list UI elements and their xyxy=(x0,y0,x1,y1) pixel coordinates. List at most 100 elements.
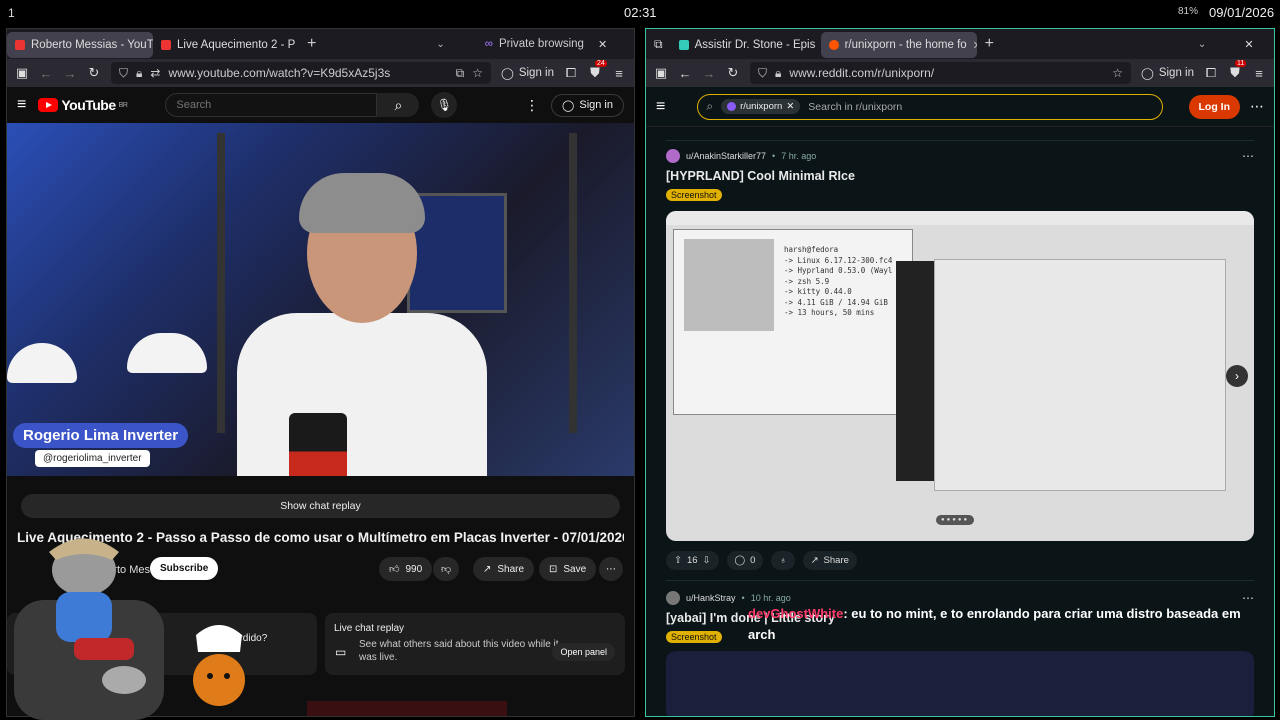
ublock-icon[interactable]: ⛊ 11 xyxy=(1228,60,1247,81)
post-author[interactable]: u/AnakinStarkiller77 xyxy=(686,151,766,161)
show-chat-replay-button[interactable]: Show chat replay xyxy=(21,494,620,518)
video-handle-overlay: @rogeriolima_inverter xyxy=(35,450,150,467)
account-signin-button[interactable]: ◯ Sign in xyxy=(1141,66,1194,80)
url-text[interactable]: www.youtube.com/watch?v=K9d5xAz5j3s xyxy=(168,66,447,80)
bookmark-star-icon[interactable]: ☆ xyxy=(1112,66,1123,80)
menu-icon[interactable]: ≡ xyxy=(612,66,626,81)
chip-label: r/unixporn xyxy=(740,101,783,112)
gallery-next-icon[interactable]: › xyxy=(1226,365,1248,387)
open-panel-button[interactable]: Open panel xyxy=(552,643,615,661)
shield-icon[interactable]: ⛉ xyxy=(119,66,128,81)
back-icon[interactable]: ← xyxy=(678,66,692,81)
workspace-indicator[interactable]: 1 xyxy=(8,6,15,20)
private-browsing-indicator: ∞ Private browsing xyxy=(485,38,584,50)
login-button[interactable]: Log In xyxy=(1188,94,1240,119)
post-image-preview[interactable] xyxy=(666,651,1254,716)
bookmark-star-icon[interactable]: ☆ xyxy=(472,66,483,80)
address-bar[interactable]: ⛉ 🔒︎ www.reddit.com/r/unixporn/ ☆ xyxy=(750,62,1131,84)
sidebar-icon[interactable]: ▣ xyxy=(654,65,668,81)
card-live-chat-replay[interactable]: Live chat replay ▭ See what others said … xyxy=(325,613,625,675)
tab-dr-stone[interactable]: Assistir Dr. Stone - Epis ✕ xyxy=(671,32,821,58)
microphone-icon[interactable]: 🎙︎ xyxy=(431,92,458,118)
comments-button[interactable]: ◯ 0 xyxy=(726,551,764,570)
like-button[interactable]: 👍︎ 990 xyxy=(379,557,433,581)
tab-roberto-messias[interactable]: Roberto Messias - YouT ✕ xyxy=(7,32,153,58)
more-vertical-icon[interactable]: ⋮ xyxy=(525,97,539,114)
picture-in-picture-icon[interactable]: ⧉ xyxy=(456,66,465,81)
permissions-icon[interactable]: ⇄ xyxy=(150,66,160,80)
subreddit-filter-chip[interactable]: r/unixporn ✕ xyxy=(721,99,801,114)
previous-post-actions xyxy=(666,127,1254,141)
remove-chip-icon[interactable]: ✕ xyxy=(786,101,794,112)
tab-unixporn[interactable]: r/unixporn - the home fo ✕ xyxy=(820,32,977,58)
award-icon: ♁ xyxy=(779,555,787,566)
tab-label: Live Aquecimento 2 - P xyxy=(177,39,296,51)
list-tabs-chevron-icon[interactable]: ⌄ xyxy=(1198,39,1206,50)
account-signin-button[interactable]: ◯ Sign in xyxy=(501,66,554,80)
ublock-icon[interactable]: ⛊ 24 xyxy=(588,60,607,81)
post-image-gallery[interactable]: harsh@fedora -> Linux 6.17.12-300.fc4 ->… xyxy=(666,211,1254,541)
battery-level: 81% xyxy=(1178,6,1199,17)
avatar[interactable] xyxy=(666,149,680,163)
next-video-thumbnail[interactable] xyxy=(307,701,507,716)
post-title[interactable]: [HYPRLAND] Cool Minimal RIce xyxy=(666,169,1254,183)
award-button[interactable]: ♁ xyxy=(771,551,795,570)
url-text[interactable]: www.reddit.com/r/unixporn/ xyxy=(789,66,1104,80)
screenshot-top-bar xyxy=(666,211,1254,225)
extensions-icon[interactable]: ⧠ xyxy=(1204,65,1218,81)
youtube-logo[interactable]: YouTube BR xyxy=(38,97,128,113)
downvote-icon[interactable]: ⇩ xyxy=(703,555,711,566)
share-icon: ↗ xyxy=(483,563,492,575)
more-horizontal-icon[interactable]: ⋯ xyxy=(1250,98,1264,115)
back-icon[interactable]: ← xyxy=(39,66,53,81)
address-bar[interactable]: ⛉ 🔒︎ ⇄ www.youtube.com/watch?v=K9d5xAz5j… xyxy=(111,62,491,84)
post-card[interactable]: u/AnakinStarkiller77 • 7 hr. ago ⋯ [HYPR… xyxy=(666,149,1254,570)
post-options-icon[interactable]: ⋯ xyxy=(1242,149,1254,163)
youtube-signin-button[interactable]: ◯ Sign in xyxy=(551,93,624,117)
search-icon[interactable]: ⌕ xyxy=(377,93,420,117)
vote-control[interactable]: ⇧ 16 ⇩ xyxy=(666,551,719,570)
close-window-icon[interactable]: ✕ xyxy=(1244,38,1253,51)
list-tabs-chevron-icon[interactable]: ⌄ xyxy=(436,39,444,50)
forward-icon[interactable]: → xyxy=(63,66,77,81)
share-button[interactable]: ↗ Share xyxy=(473,557,535,581)
video-player[interactable]: Rogerio Lima Inverter @rogeriolima_inver… xyxy=(7,123,634,476)
tab-live-aquecimento[interactable]: Live Aquecimento 2 - P ✕ xyxy=(153,32,299,58)
avatar[interactable] xyxy=(666,591,680,605)
tab-overview-icon[interactable]: ⧉ xyxy=(646,37,671,52)
post-share-button[interactable]: ↗ Share xyxy=(802,551,857,570)
reload-icon[interactable]: ↻ xyxy=(726,65,740,81)
video-cap xyxy=(127,333,207,373)
more-actions-button[interactable]: ⋯ xyxy=(599,557,623,581)
youtube-search-input[interactable] xyxy=(165,93,378,117)
new-tab-button[interactable]: + xyxy=(977,35,1002,53)
new-tab-button[interactable]: + xyxy=(299,35,324,53)
account-icon: ◯ xyxy=(500,68,514,80)
shield-icon[interactable]: ⛉ xyxy=(758,66,767,81)
region-code: BR xyxy=(118,101,128,109)
shorts-shape xyxy=(74,638,134,660)
menu-icon[interactable]: ≡ xyxy=(1252,66,1266,81)
sidebar-icon[interactable]: ▣ xyxy=(15,65,29,81)
hamburger-menu-icon[interactable]: ≡ xyxy=(656,98,665,116)
upvote-icon[interactable]: ⇧ xyxy=(674,555,682,566)
hamburger-menu-icon[interactable]: ≡ xyxy=(17,96,26,114)
post-flair[interactable]: Screenshot xyxy=(666,189,722,201)
extensions-icon[interactable]: ⧠ xyxy=(564,65,578,81)
site-favicon-icon xyxy=(678,40,689,50)
dislike-button[interactable]: 👎︎ xyxy=(433,557,460,581)
forward-icon[interactable]: → xyxy=(702,66,716,81)
chat-bubble-icon: ▭ xyxy=(335,645,347,659)
post-actions: ⇧ 16 ⇩ ◯ 0 ♁ ↗ Share xyxy=(666,551,1254,570)
close-window-icon[interactable]: ✕ xyxy=(598,38,607,51)
vote-count: 16 xyxy=(686,555,698,566)
post-author-row: u/AnakinStarkiller77 • 7 hr. ago ⋯ xyxy=(666,149,1254,163)
lock-icon[interactable]: 🔒︎ xyxy=(775,66,781,81)
reddit-search-bar[interactable]: ⌕ r/unixporn ✕ Search in r/unixporn xyxy=(697,93,1164,120)
post-card[interactable]: u/HankStray • 10 hr. ago ⋯ [yabai] I'm d… xyxy=(666,580,1254,716)
lock-icon[interactable]: 🔒︎ xyxy=(136,66,142,81)
post-flair[interactable]: Screenshot xyxy=(666,631,722,643)
post-author[interactable]: u/HankStray xyxy=(686,593,736,603)
save-button[interactable]: ⊡ Save xyxy=(539,557,597,581)
reload-icon[interactable]: ↻ xyxy=(87,65,101,81)
